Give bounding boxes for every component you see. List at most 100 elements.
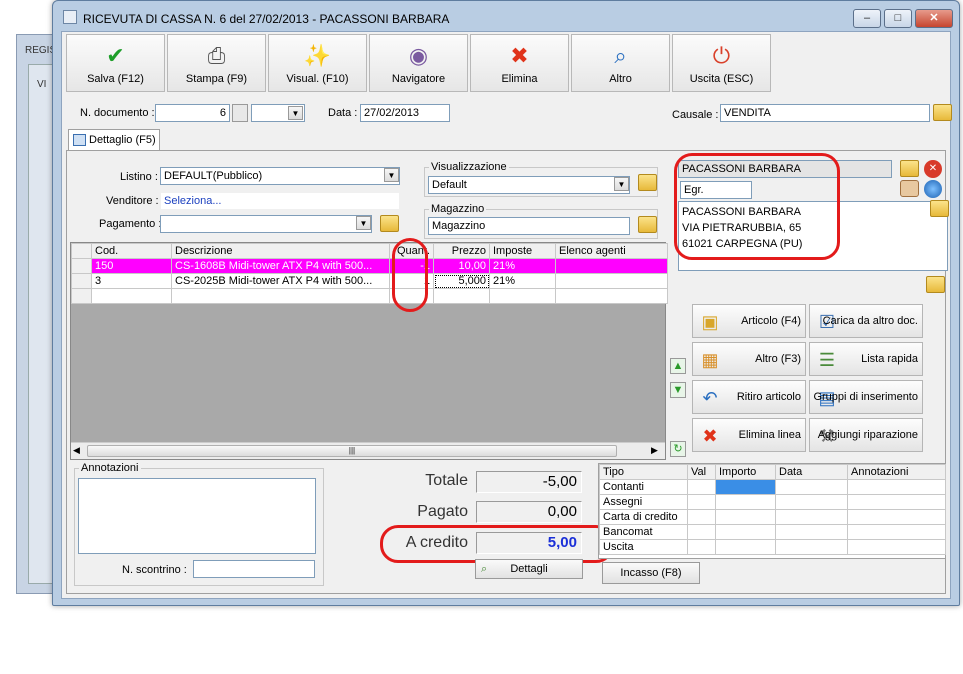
column-header[interactable]: Tipo: [599, 464, 688, 480]
compass-toolbar-button[interactable]: ◉ Navigatore: [369, 34, 468, 92]
column-header[interactable]: Descrizione: [171, 243, 390, 259]
cell-empty[interactable]: [171, 288, 390, 304]
group-add-button[interactable]: ▤ Gruppi di inserimento: [809, 380, 923, 414]
column-header[interactable]: Elenco agenti: [555, 243, 668, 259]
check-toolbar-button[interactable]: ✔ Salva (F12): [66, 34, 165, 92]
magnifier-toolbar-button[interactable]: ⌕ Altro: [571, 34, 670, 92]
cell-empty[interactable]: [489, 288, 556, 304]
cell-imposte[interactable]: 21%: [489, 258, 556, 274]
column-header[interactable]: Importo: [715, 464, 776, 480]
ndoc-field[interactable]: 6: [155, 104, 230, 122]
table-row[interactable]: [71, 288, 668, 304]
undo-arrow-button[interactable]: ↶ Ritiro articolo: [692, 380, 806, 414]
cell-empty[interactable]: [91, 288, 172, 304]
causale-field[interactable]: VENDITA: [720, 104, 930, 122]
cell-data[interactable]: [775, 524, 848, 540]
customer-folder-icon[interactable]: [900, 160, 919, 177]
address-folder-icon[interactable]: [930, 200, 949, 217]
cell-importo[interactable]: [715, 524, 776, 540]
row-selector[interactable]: [71, 273, 92, 289]
close-button[interactable]: ✕: [915, 9, 953, 28]
cell-val[interactable]: [687, 479, 716, 495]
document-check-button[interactable]: ☑ Carica da altro doc.: [809, 304, 923, 338]
column-header[interactable]: Imposte: [489, 243, 556, 259]
payment-row[interactable]: Contanti: [599, 479, 946, 495]
cell-importo[interactable]: [715, 539, 776, 555]
cell-data[interactable]: [775, 509, 848, 525]
column-header[interactable]: Cod.: [91, 243, 172, 259]
delete-line-button[interactable]: ✖ Elimina linea: [692, 418, 806, 452]
cell-agenti[interactable]: [555, 258, 668, 274]
chevron-down-icon[interactable]: ▼: [384, 168, 399, 182]
arrow-down-icon[interactable]: ▼: [670, 382, 686, 398]
payment-row[interactable]: Uscita: [599, 539, 946, 555]
scroll-left-icon[interactable]: ◀: [73, 445, 80, 456]
payment-row[interactable]: Assegni: [599, 494, 946, 510]
scroll-thumb[interactable]: |||: [87, 445, 617, 457]
minimize-button[interactable]: –: [853, 9, 881, 28]
column-header[interactable]: Val: [687, 464, 716, 480]
scontrino-field[interactable]: [193, 560, 315, 578]
power-toolbar-button[interactable]: ⏻ Uscita (ESC): [672, 34, 771, 92]
cell-importo[interactable]: [715, 479, 776, 495]
cell-empty[interactable]: [555, 288, 668, 304]
chevron-down-icon[interactable]: ▼: [356, 216, 371, 230]
cell-val[interactable]: [687, 494, 716, 510]
wrench-button[interactable]: ⚒ Aggiungi riparazione: [809, 418, 923, 452]
cell-annotazioni[interactable]: [847, 509, 946, 525]
cell-val[interactable]: [687, 509, 716, 525]
listino-select[interactable]: DEFAULT(Pubblico): [160, 167, 400, 185]
data-field[interactable]: 27/02/2013: [360, 104, 450, 122]
delete-x-toolbar-button[interactable]: ✖ Elimina: [470, 34, 569, 92]
incasso-button[interactable]: Incasso (F8): [602, 562, 700, 584]
chevron-down-icon[interactable]: ▼: [614, 177, 629, 191]
ndoc-suffix-button[interactable]: [232, 104, 248, 122]
cell-data[interactable]: [775, 539, 848, 555]
magazzino-folder-icon[interactable]: [638, 216, 657, 233]
column-header[interactable]: Data: [775, 464, 848, 480]
cell-descrizione[interactable]: CS-1608B Midi-tower ATX P4 with 500...: [171, 258, 390, 274]
magic-wand-toolbar-button[interactable]: ✨ Visual. (F10): [268, 34, 367, 92]
cell-data[interactable]: [775, 494, 848, 510]
box-add-button[interactable]: ▣ Articolo (F4): [692, 304, 806, 338]
cell-importo[interactable]: [715, 494, 776, 510]
grid-add-button[interactable]: ▦ Altro (F3): [692, 342, 806, 376]
row-selector[interactable]: [71, 288, 92, 304]
refresh-icon[interactable]: ↻: [670, 441, 686, 457]
cell-imposte[interactable]: 21%: [489, 273, 556, 289]
cell-annotazioni[interactable]: [847, 479, 946, 495]
table-row[interactable]: 3 CS-2025B Midi-tower ATX P4 with 500...…: [71, 273, 668, 289]
horizontal-scrollbar[interactable]: ◀ ||| ▶: [71, 442, 665, 459]
tab-dettaglio[interactable]: Dettaglio (F5): [68, 129, 160, 151]
visualizzazione-select[interactable]: Default: [428, 176, 630, 194]
notes-folder-icon[interactable]: [926, 276, 945, 293]
cell-prezzo[interactable]: 10,00: [433, 258, 490, 274]
ndoc-series-select[interactable]: ▼: [251, 104, 305, 122]
cell-val[interactable]: [687, 524, 716, 540]
globe-icon[interactable]: [924, 180, 942, 198]
annotazioni-textarea[interactable]: [78, 478, 316, 554]
venditore-link[interactable]: Seleziona...: [160, 192, 400, 210]
column-header[interactable]: Prezzo: [433, 243, 490, 259]
cell-annotazioni[interactable]: [847, 494, 946, 510]
table-row[interactable]: 150 CS-1608B Midi-tower ATX P4 with 500.…: [71, 258, 668, 274]
cell-val[interactable]: [687, 539, 716, 555]
cell-prezzo[interactable]: 5,000: [433, 273, 490, 289]
cell-agenti[interactable]: [555, 273, 668, 289]
cell-importo[interactable]: [715, 509, 776, 525]
arrow-up-icon[interactable]: ▲: [670, 358, 686, 374]
cell-cod[interactable]: 3: [91, 273, 172, 289]
pagamento-select[interactable]: [160, 215, 372, 233]
customer-person-icon[interactable]: [900, 180, 919, 197]
visualizzazione-folder-icon[interactable]: [638, 174, 657, 191]
printer-toolbar-button[interactable]: ⎙ Stampa (F9): [167, 34, 266, 92]
cell-cod[interactable]: 150: [91, 258, 172, 274]
pagamento-folder-icon[interactable]: [380, 215, 399, 232]
payment-row[interactable]: Carta di credito: [599, 509, 946, 525]
maximize-button[interactable]: □: [884, 9, 912, 28]
column-header[interactable]: Annotazioni: [847, 464, 946, 480]
magazzino-field[interactable]: Magazzino: [428, 217, 630, 235]
cell-annotazioni[interactable]: [847, 524, 946, 540]
title-bar[interactable]: RICEVUTA DI CASSA N. 6 del 27/02/2013 - …: [53, 1, 959, 31]
list-add-button[interactable]: ☰ Lista rapida: [809, 342, 923, 376]
